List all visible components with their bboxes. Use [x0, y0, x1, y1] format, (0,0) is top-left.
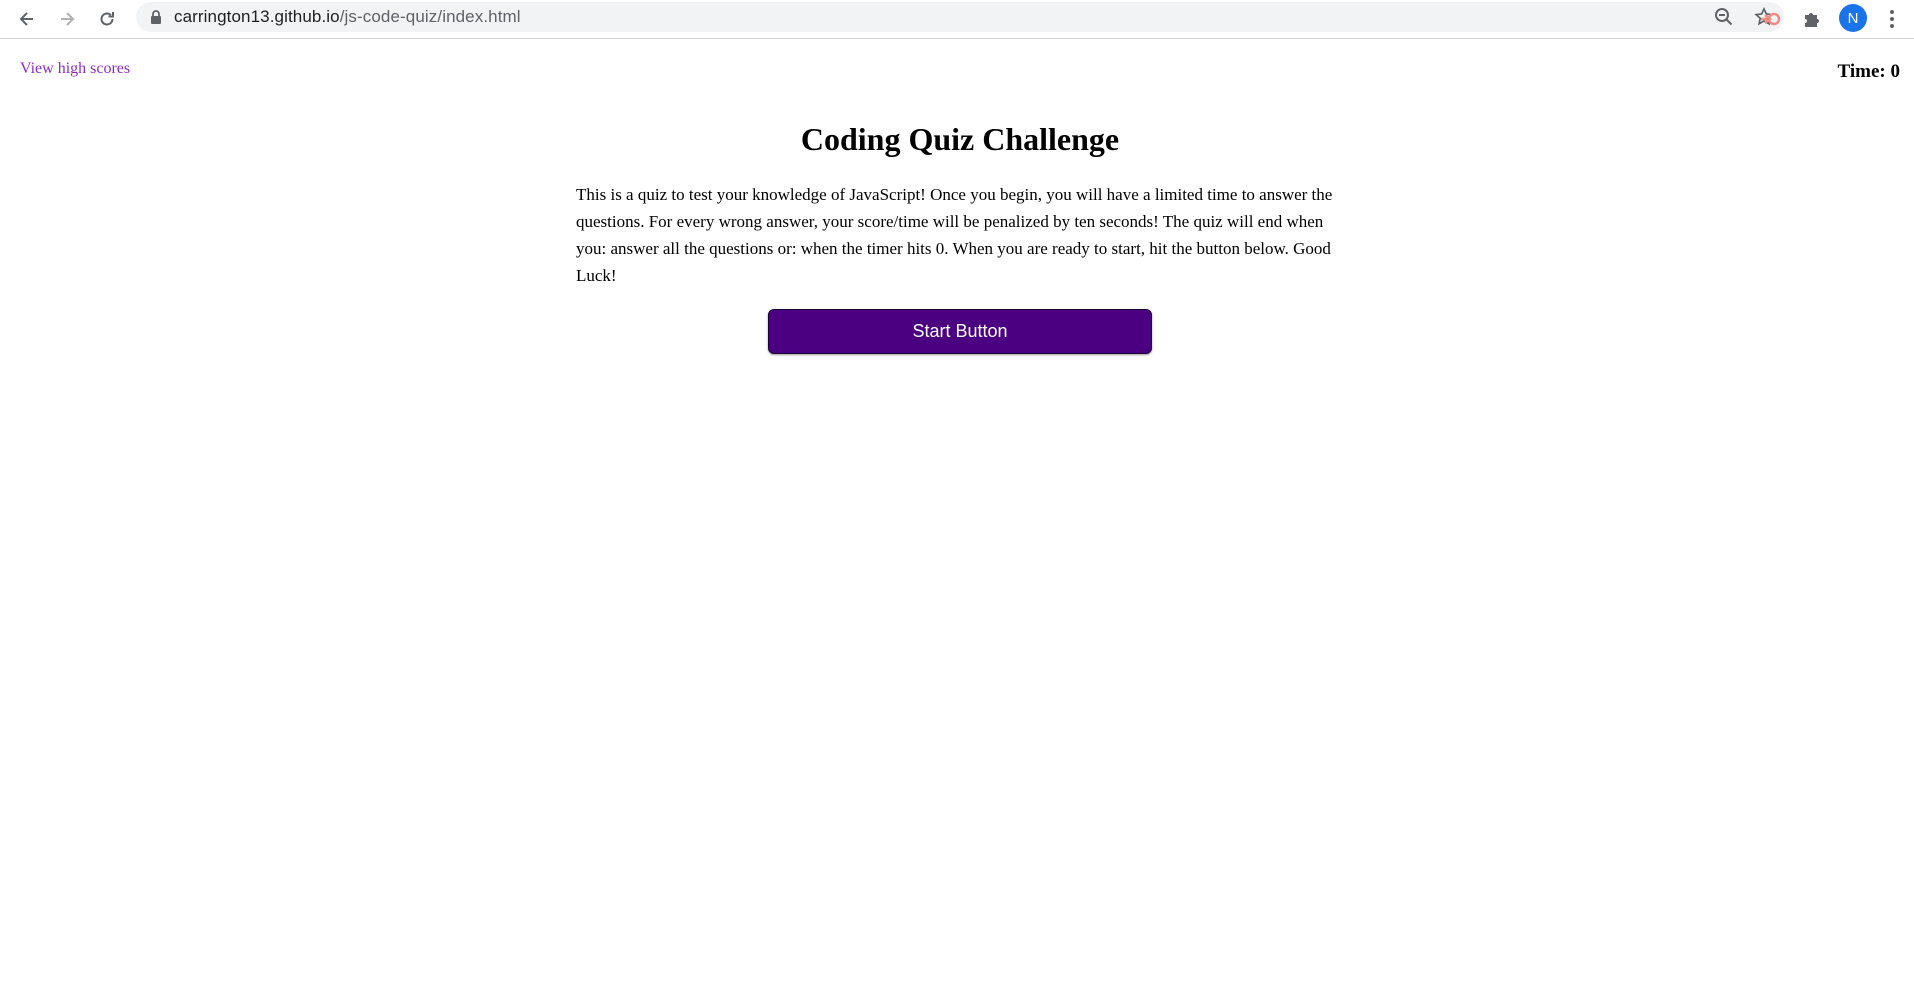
timer: Time: 0 — [1838, 61, 1900, 83]
extension-logo-icon — [1761, 12, 1781, 26]
puzzle-icon — [1805, 13, 1819, 27]
forward-button[interactable] — [52, 4, 82, 34]
timer-value: 0 — [1890, 61, 1901, 82]
url-domain: carrington13.github.io — [174, 7, 340, 26]
page-title: Coding Quiz Challenge — [800, 121, 1120, 157]
extension-button[interactable] — [1755, 4, 1785, 34]
kebab-menu-icon — [1890, 10, 1894, 28]
extensions-menu-button[interactable] — [1797, 4, 1827, 34]
browser-menu-button[interactable] — [1877, 4, 1907, 34]
address-bar[interactable]: carrington13.github.io/js-code-quiz/inde… — [136, 2, 1784, 32]
zoom-out-icon — [1715, 8, 1733, 26]
back-arrow-icon — [19, 12, 33, 26]
start-button[interactable]: Start Button — [768, 309, 1152, 354]
profile-avatar[interactable]: N — [1839, 4, 1867, 32]
timer-label: Time: — [1837, 61, 1886, 82]
view-high-scores-link[interactable]: View high scores — [20, 60, 130, 78]
url-path: /js-code-quiz/index.html — [339, 7, 521, 26]
browser-toolbar: carrington13.github.io/js-code-quiz/inde… — [0, 0, 1914, 39]
url-text: carrington13.github.io/js-code-quiz/inde… — [174, 7, 521, 27]
forward-arrow-icon — [61, 12, 75, 26]
back-button[interactable] — [12, 4, 42, 34]
quiz-instructions: This is a quiz to test your knowledge of… — [576, 185, 1333, 285]
reload-button[interactable] — [92, 4, 122, 34]
zoom-button[interactable] — [1704, 2, 1744, 32]
lock-icon — [150, 10, 162, 24]
reload-icon — [100, 12, 114, 26]
